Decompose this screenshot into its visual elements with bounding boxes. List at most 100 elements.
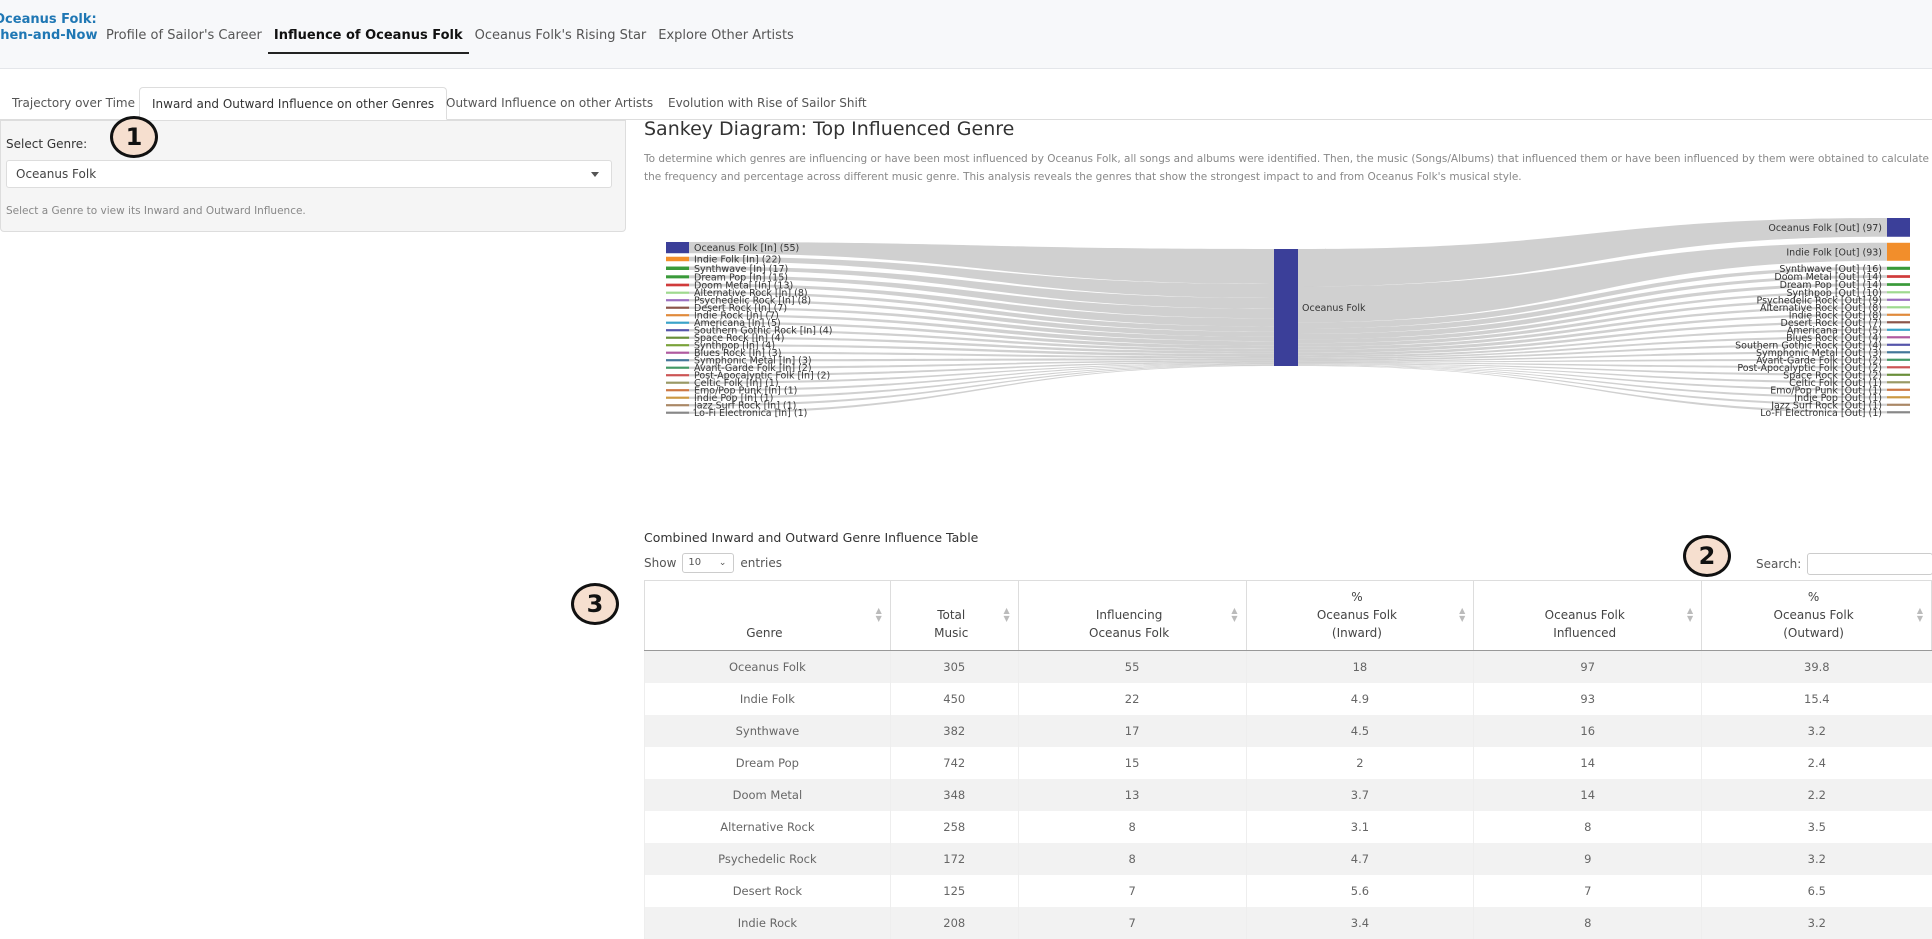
column-header-influencing[interactable]: Influencing Oceanus Folk ▲ ▼ [1017, 580, 1247, 651]
search-input[interactable] [1807, 553, 1932, 575]
sankey-node-inward[interactable] [666, 266, 689, 270]
table-cell: 8 [1473, 906, 1702, 939]
genre-select[interactable]: Oceanus Folk [6, 160, 612, 188]
entries-select[interactable]: 10 ⌄ [682, 553, 735, 573]
sankey-node-outward[interactable] [1887, 266, 1910, 270]
table-cell: 450 [889, 682, 1019, 715]
sankey-node-inward[interactable] [666, 381, 689, 384]
column-header-pct-inward[interactable]: % Oceanus Folk (Inward) ▲ ▼ [1245, 580, 1475, 651]
table-cell: Indie Folk [644, 682, 891, 715]
table-cell: 4.5 [1245, 714, 1474, 747]
sankey-node-outward[interactable] [1887, 388, 1910, 391]
table-cell: 172 [889, 842, 1019, 875]
table-cell: 3.2 [1701, 906, 1932, 939]
table-cell: Desert Rock [644, 874, 891, 907]
column-header-pct-outward[interactable]: % Oceanus Folk (Outward) ▲ ▼ [1701, 580, 1932, 651]
sankey-node-inward[interactable] [666, 366, 689, 369]
tab-outward-artists[interactable]: Outward Influence on other Artists [434, 87, 665, 120]
sankey-label-outward: Indie Folk [Out] (93) [1786, 247, 1882, 258]
annotation-marker-1: 1 [110, 116, 158, 158]
annotation-marker-2: 2 [1683, 535, 1731, 577]
sankey-node-inward[interactable] [666, 404, 689, 407]
sankey-node-inward[interactable] [666, 396, 689, 399]
sankey-node-outward[interactable] [1887, 298, 1910, 301]
nav-item-profile[interactable]: Profile of Sailor's Career [100, 26, 268, 54]
sankey-node-outward[interactable] [1887, 358, 1910, 361]
sankey-node-outward[interactable] [1887, 381, 1910, 384]
table-cell: 2.2 [1701, 778, 1932, 811]
column-header-genre[interactable]: Genre ▲ ▼ [644, 580, 891, 651]
sankey-diagram: Oceanus Folk [In] (55)Indie Folk [In] (2… [666, 218, 1910, 419]
table-cell: 3.2 [1701, 714, 1932, 747]
page-description: To determine which genres are influencin… [644, 153, 1930, 183]
sankey-node-inward[interactable] [666, 411, 689, 414]
table-row: Oceanus Folk 305 55 18 97 39.8 [644, 650, 1932, 683]
sankey-node-inward[interactable] [666, 275, 689, 279]
tab-inward-outward[interactable]: Inward and Outward Influence on other Ge… [139, 87, 448, 120]
nav-item-influence[interactable]: Influence of Oceanus Folk [267, 26, 469, 54]
sankey-node-inward[interactable] [666, 389, 689, 392]
table-cell: 258 [889, 810, 1019, 843]
sankey-node-inward[interactable] [666, 374, 689, 377]
sankey-node-outward[interactable] [1887, 242, 1910, 261]
table-cell: 97 [1473, 650, 1702, 683]
table-search: Search: [1756, 553, 1932, 575]
sort-icon: ▲ ▼ [1916, 606, 1923, 623]
table-row: Desert Rock 125 7 5.6 7 6.5 [644, 874, 1932, 907]
table-header-row: Genre ▲ ▼ Total Music ▲ ▼ Influencing Oceanu… [644, 580, 1932, 651]
table-cell: 125 [889, 874, 1019, 907]
sankey-node-inward[interactable] [666, 351, 689, 354]
sankey-node-outward[interactable] [1887, 351, 1910, 354]
nav-item-rising-star[interactable]: Oceanus Folk's Rising Star [469, 26, 653, 54]
table-row: Doom Metal 348 13 3.7 14 2.2 [644, 778, 1932, 811]
column-header-total-music[interactable]: Total Music ▲ ▼ [889, 580, 1019, 651]
table-cell: 2.4 [1701, 746, 1932, 779]
sankey-node-inward[interactable] [666, 299, 689, 302]
main-nav: Profile of Sailor's Career Influence of … [100, 26, 800, 54]
sankey-node-inward[interactable] [666, 242, 689, 254]
sankey-node-outward[interactable] [1887, 218, 1910, 237]
table-cell: 7 [1473, 874, 1702, 907]
sankey-node-outward[interactable] [1887, 291, 1910, 294]
subtab-bar: Trajectory over Time Inward and Outward … [0, 87, 1932, 120]
sankey-node-outward[interactable] [1887, 411, 1910, 414]
sankey-node-outward[interactable] [1887, 328, 1910, 331]
sankey-node-inward[interactable] [666, 283, 689, 287]
sankey-label-center: Oceanus Folk [1302, 303, 1366, 314]
table-cell: 3.7 [1245, 778, 1474, 811]
sankey-node-inward[interactable] [666, 306, 689, 309]
sankey-node-outward[interactable] [1887, 373, 1910, 376]
sankey-node-outward[interactable] [1887, 343, 1910, 346]
page-title: Sankey Diagram: Top Influenced Genre [644, 118, 1015, 140]
sankey-node-inward[interactable] [666, 314, 689, 317]
genre-select-help: Select a Genre to view its Inward and Ou… [6, 205, 306, 217]
brand-line-2: then-and-Now [0, 28, 98, 43]
sankey-node-inward[interactable] [666, 256, 689, 262]
column-header-influenced[interactable]: Oceanus Folk Influenced ▲ ▼ [1473, 580, 1703, 651]
sankey-node-inward[interactable] [666, 291, 689, 294]
search-label: Search: [1756, 557, 1802, 571]
sankey-node-inward[interactable] [666, 344, 689, 347]
nav-item-explore-artists[interactable]: Explore Other Artists [652, 26, 800, 54]
tab-evolution[interactable]: Evolution with Rise of Sailor Shift [656, 87, 879, 120]
sankey-node-outward[interactable] [1887, 275, 1910, 278]
sankey-node-outward[interactable] [1887, 306, 1910, 309]
sankey-node-outward[interactable] [1887, 313, 1910, 316]
sankey-node-inward[interactable] [666, 336, 689, 339]
sankey-node-outward[interactable] [1887, 336, 1910, 339]
sankey-node-center[interactable] [1274, 249, 1298, 366]
app-brand[interactable]: Oceanus Folk: then-and-Now [0, 12, 98, 44]
sankey-node-outward[interactable] [1887, 366, 1910, 369]
sankey-node-inward[interactable] [666, 329, 689, 332]
sankey-node-outward[interactable] [1887, 283, 1910, 286]
table-cell: 39.8 [1701, 650, 1932, 683]
sankey-node-inward[interactable] [666, 321, 689, 324]
table-cell: Oceanus Folk [644, 650, 891, 683]
sankey-node-outward[interactable] [1887, 403, 1910, 406]
sankey-node-outward[interactable] [1887, 321, 1910, 324]
tab-trajectory[interactable]: Trajectory over Time [0, 87, 147, 120]
sankey-node-inward[interactable] [666, 359, 689, 362]
table-cell: 742 [889, 746, 1019, 779]
sankey-node-outward[interactable] [1887, 396, 1910, 399]
sort-icon: ▲ ▼ [1231, 606, 1238, 623]
